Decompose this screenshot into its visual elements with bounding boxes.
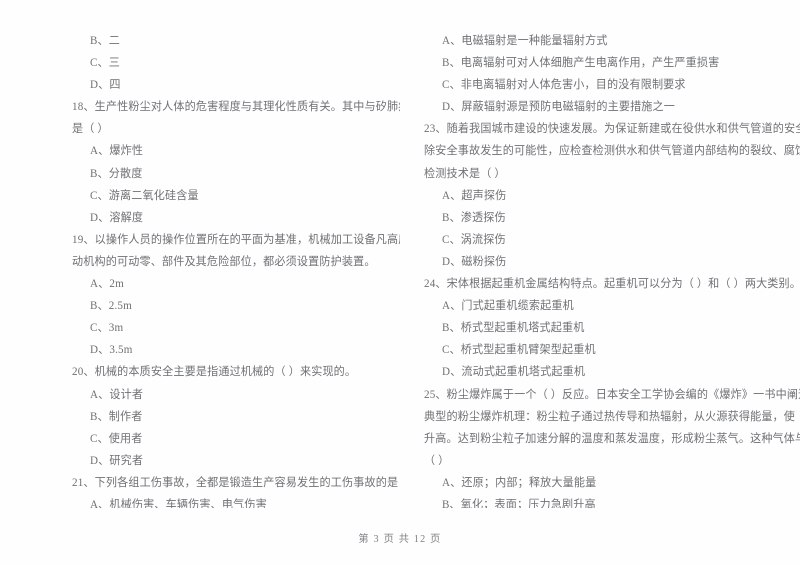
right-column: A、电磁辐射是一种能量辐射方式 B、电离辐射可对人体细胞产生电离作用，产生严重损… [400, 30, 800, 508]
option-item: C、非电离辐射对人体危害小，目的没有限制要求 [442, 79, 686, 92]
option-item: B、二 [90, 35, 121, 47]
question-21: 21、下列各组工伤事故，全都是锻造生产容易发生的工伤事故的是（ ） A、机械伤害… [72, 472, 400, 508]
option-item: A、设计者 [90, 388, 144, 401]
option-item: A、门式起重机缆索起重机 [442, 300, 574, 313]
question-stem-cont: 动机构的可动零、部件及其危险部位，都必须设置防护装置。 [72, 255, 376, 268]
option-item: D、研究者 [90, 454, 144, 467]
option-item: A、2m [90, 278, 124, 291]
option-item: C、游离二氧化硅含量 [90, 189, 199, 202]
option-item: B、渗透探伤 [442, 211, 506, 224]
question-stem-cont: 检测技术是（ ） [424, 167, 506, 180]
question-stem: 20、机械的本质安全主要是指通过机械的（ ）来实现的。 [72, 366, 357, 379]
option-item: D、磁粉探伤 [442, 255, 507, 268]
option-item: C、3m [90, 322, 124, 335]
question-stem-cont: 是（ ） [72, 123, 109, 136]
option-item: D、四 [90, 79, 121, 92]
option-item: D、流动式起重机塔式起重机 [442, 366, 586, 379]
question-stem-cont: 典型的粉尘爆炸机理：粉尘粒子通过热传导和热辐射，从火源获得能量，使（ ）温度急剧 [424, 410, 800, 423]
option-item: C、三 [90, 57, 121, 70]
option-item: C、桥式型起重机臂架型起重机 [442, 344, 596, 357]
question-stem-cont: 除安全事故发生的可能性，应检查检测供水和供气管道内部结构的裂纹、腐蚀等情况。常用… [424, 145, 800, 158]
option-item: B、分散度 [90, 167, 143, 180]
option-item: D、3.5m [90, 344, 133, 357]
question-stem: 19、以操作人员的操作位置所在的平面为基准，机械加工设备凡高度在（ ）之内的所有… [72, 233, 400, 246]
question-stem: 24、宋体根据起重机金属结构特点。起重机可以分为（ ）和（ ）两大类别。 [424, 278, 800, 291]
page-footer: 第 3 页 共 12 页 [358, 534, 442, 545]
question-stem-cont: 升高。达到粉尘粒子加速分解的温度和蒸发温度，形成粉尘蒸气。这种气体与空气混合后容… [424, 432, 800, 445]
option-item: A、机械伤害、车辆伤害、电气伤害 [90, 498, 267, 508]
question-23: 23、随着我国城市建设的快速发展。为保证新建或在役供水和供气管道的安全运行，降低… [424, 118, 800, 273]
left-column: B、二 C、三 D、四 18、生产性粉尘对人体的危害程度与其理化性质有关。其中与… [0, 30, 400, 508]
option-item: D、屏蔽辐射源是预防电磁辐射的主要措施之一 [442, 101, 676, 114]
question-stem: 18、生产性粉尘对人体的危害程度与其理化性质有关。其中与矽肺病的发生最密切的化学… [72, 101, 400, 114]
question-18: 18、生产性粉尘对人体的危害程度与其理化性质有关。其中与矽肺病的发生最密切的化学… [72, 96, 400, 229]
question-stem: 21、下列各组工伤事故，全都是锻造生产容易发生的工伤事故的是（ ） [72, 476, 400, 489]
two-column-body: B、二 C、三 D、四 18、生产性粉尘对人体的危害程度与其理化性质有关。其中与… [0, 30, 800, 508]
question-24: 24、宋体根据起重机金属结构特点。起重机可以分为（ ）和（ ）两大类别。 A、门… [424, 273, 800, 383]
question-stem: 25、粉尘爆炸属于一个（ ）反应。日本安全工学协会编的《爆炸》一书中阐述了一种比… [424, 388, 800, 401]
option-item: D、溶解度 [90, 211, 144, 224]
question-stem-cont: （ ） [424, 454, 450, 467]
option-item: B、制作者 [90, 410, 143, 423]
option-item: A、还原；内部；释放大量能量 [442, 476, 597, 489]
option-item: C、涡流探伤 [442, 233, 506, 246]
option-item: A、爆炸性 [90, 145, 144, 158]
option-item: C、使用者 [90, 432, 143, 445]
question-19: 19、以操作人员的操作位置所在的平面为基准，机械加工设备凡高度在（ ）之内的所有… [72, 229, 400, 362]
exam-page: B、二 C、三 D、四 18、生产性粉尘对人体的危害程度与其理化性质有关。其中与… [0, 0, 800, 565]
question-20: 20、机械的本质安全主要是指通过机械的（ ）来实现的。 A、设计者 B、制作者 … [72, 361, 396, 471]
option-item: A、超声探伤 [442, 189, 507, 202]
option-item: B、电离辐射可对人体细胞产生电离作用，产生严重损害 [442, 57, 720, 70]
question-stem: 23、随着我国城市建设的快速发展。为保证新建或在役供水和供气管道的安全运行，降低… [424, 123, 800, 136]
option-item: B、桥式型起重机塔式起重机 [442, 322, 585, 335]
question-25: 25、粉尘爆炸属于一个（ ）反应。日本安全工学协会编的《爆炸》一书中阐述了一种比… [424, 384, 800, 509]
option-item: B、2.5m [90, 300, 132, 313]
option-item: B、氧化；表面；压力急剧升高 [442, 498, 596, 508]
option-item: A、电磁辐射是一种能量辐射方式 [442, 35, 608, 47]
